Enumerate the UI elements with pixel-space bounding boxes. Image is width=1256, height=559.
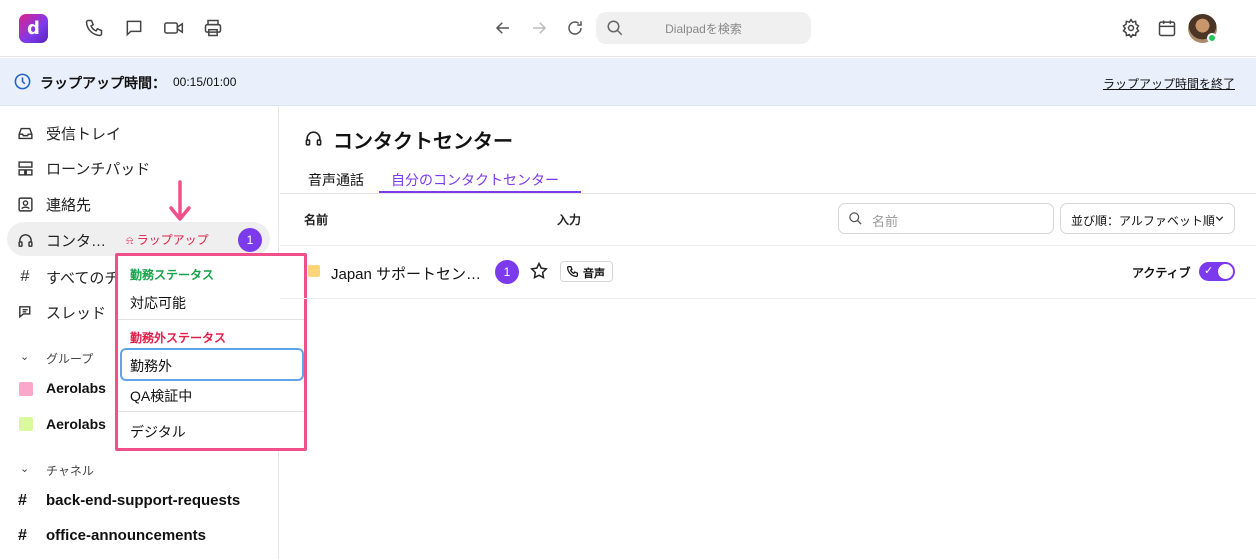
tab-bar: 音声通話 自分のコンタクトセンター [280,164,1256,194]
phone-icon [567,266,578,277]
divider [280,245,1256,246]
tab-my-contact-center[interactable]: 自分のコンタクトセンター [391,170,559,190]
search-bar[interactable]: Dialpadを検索 [596,12,811,44]
sidebar-item-label: 受信トレイ [46,126,122,143]
sort-label: 並び順：アルファベット順 [1071,214,1215,228]
phone-icon[interactable] [82,16,106,40]
refresh-icon[interactable] [563,16,587,40]
headset-icon [305,131,322,146]
status-option-qa[interactable]: QA検証中 [130,386,192,406]
status-dropdown: 勤務ステータス 対応可能 勤務外ステータス 勤務外 QA検証中 デジタル [115,253,307,451]
star-icon[interactable] [529,261,549,281]
group-item[interactable]: Aerolabs [46,416,106,432]
main-panel: コンタクトセンター 音声通話 自分のコンタクトセンター 名前 入力 名前 並び順… [280,107,1256,559]
check-icon: ✓ [1204,264,1214,277]
search-placeholder: Dialpadを検索 [665,22,742,36]
online-status-dot [1207,33,1217,43]
status-option-available[interactable]: 対応可能 [130,293,186,313]
sidebar-item-label: すべてのチ [46,270,120,287]
column-header-name: 名前 [304,213,329,227]
status-option-off-duty[interactable]: 勤務外 [130,356,172,376]
back-arrow-icon[interactable] [491,16,515,40]
active-toggle[interactable]: ✓ [1199,262,1235,281]
inbox-icon [16,124,34,142]
contacts-icon [16,195,34,213]
group-item[interactable]: Aerolabs [46,380,106,396]
clock-icon [14,73,31,90]
contact-center-count-badge: 1 [238,228,262,252]
name-filter-input[interactable]: 名前 [838,203,1054,234]
wrapup-status-tag[interactable]: ⍾ ラップアップ [126,231,209,248]
filter-placeholder: 名前 [872,214,899,229]
column-header-input: 入力 [557,213,582,227]
active-status-label: アクティブ [1132,266,1191,280]
chevron-down-icon[interactable]: ⌄ [20,462,29,475]
channels-section-label[interactable]: チャネル [46,462,94,479]
top-bar: d Dialpadを検索 [0,0,1256,57]
forward-arrow-icon[interactable] [527,16,551,40]
search-icon [849,212,862,225]
threads-icon [16,303,34,321]
message-icon[interactable] [122,16,146,40]
page-title: コンタクトセンター [333,131,513,153]
chevron-down-icon [1215,216,1224,222]
group-color-swatch [19,382,33,396]
sidebar-item-label: ローンチパッド [46,161,151,178]
hash-icon: # [18,527,27,544]
chevron-down-icon[interactable]: ⌄ [20,350,29,363]
divider [118,319,304,320]
channel-item[interactable]: office-announcements [46,527,206,544]
sidebar-item-label: コンタ… [46,233,107,250]
sidebar-item-contacts[interactable]: 連絡先 [0,187,279,219]
hash-icon: # [18,492,27,509]
launchpad-icon [16,159,34,177]
dialpad-logo[interactable]: d [19,14,48,43]
sort-select[interactable]: 並び順：アルファベット順 [1060,203,1235,234]
wrapup-banner: ラップアップ時間： 00:15/01:00 ラップアップ時間を終了 [0,58,1256,106]
settings-gear-icon[interactable] [1119,16,1143,40]
folder-color-swatch [308,265,320,277]
contact-center-name[interactable]: Japan サポートセン… [331,263,481,284]
wrapup-timer: 00:15/01:00 [173,75,237,89]
status-option-digital[interactable]: デジタル [130,422,186,442]
sidebar-item-label: スレッド [46,305,107,322]
end-wrapup-link[interactable]: ラップアップ時間を終了 [1103,75,1235,92]
sidebar-item-inbox[interactable]: 受信トレイ [0,116,279,148]
group-color-swatch [19,417,33,431]
voice-channel-chip: 音声 [560,261,613,282]
divider [280,298,1256,299]
hash-icon: # [20,268,30,285]
calendar-icon[interactable] [1155,16,1179,40]
off-duty-header: 勤務外ステータス [130,331,227,345]
on-duty-header: 勤務ステータス [130,268,215,282]
headset-icon [16,231,34,249]
video-icon[interactable] [162,16,186,40]
voice-channel-label: 音声 [583,268,605,280]
sidebar-item-launchpad[interactable]: ローンチパッド [0,151,279,183]
divider [118,411,304,412]
tab-voice[interactable]: 音声通話 [308,170,364,190]
channel-item[interactable]: back-end-support-requests [46,492,240,509]
row-count-badge: 1 [495,260,519,284]
toggle-knob [1218,264,1233,279]
printer-icon[interactable] [201,16,225,40]
sidebar-item-label: 連絡先 [46,197,92,214]
active-tab-indicator [379,191,581,193]
wrapup-title: ラップアップ時間： [40,75,166,91]
bell-icon: ⍾ [126,234,134,247]
groups-section-label[interactable]: グループ [46,350,93,367]
annotation-arrow [169,180,191,221]
